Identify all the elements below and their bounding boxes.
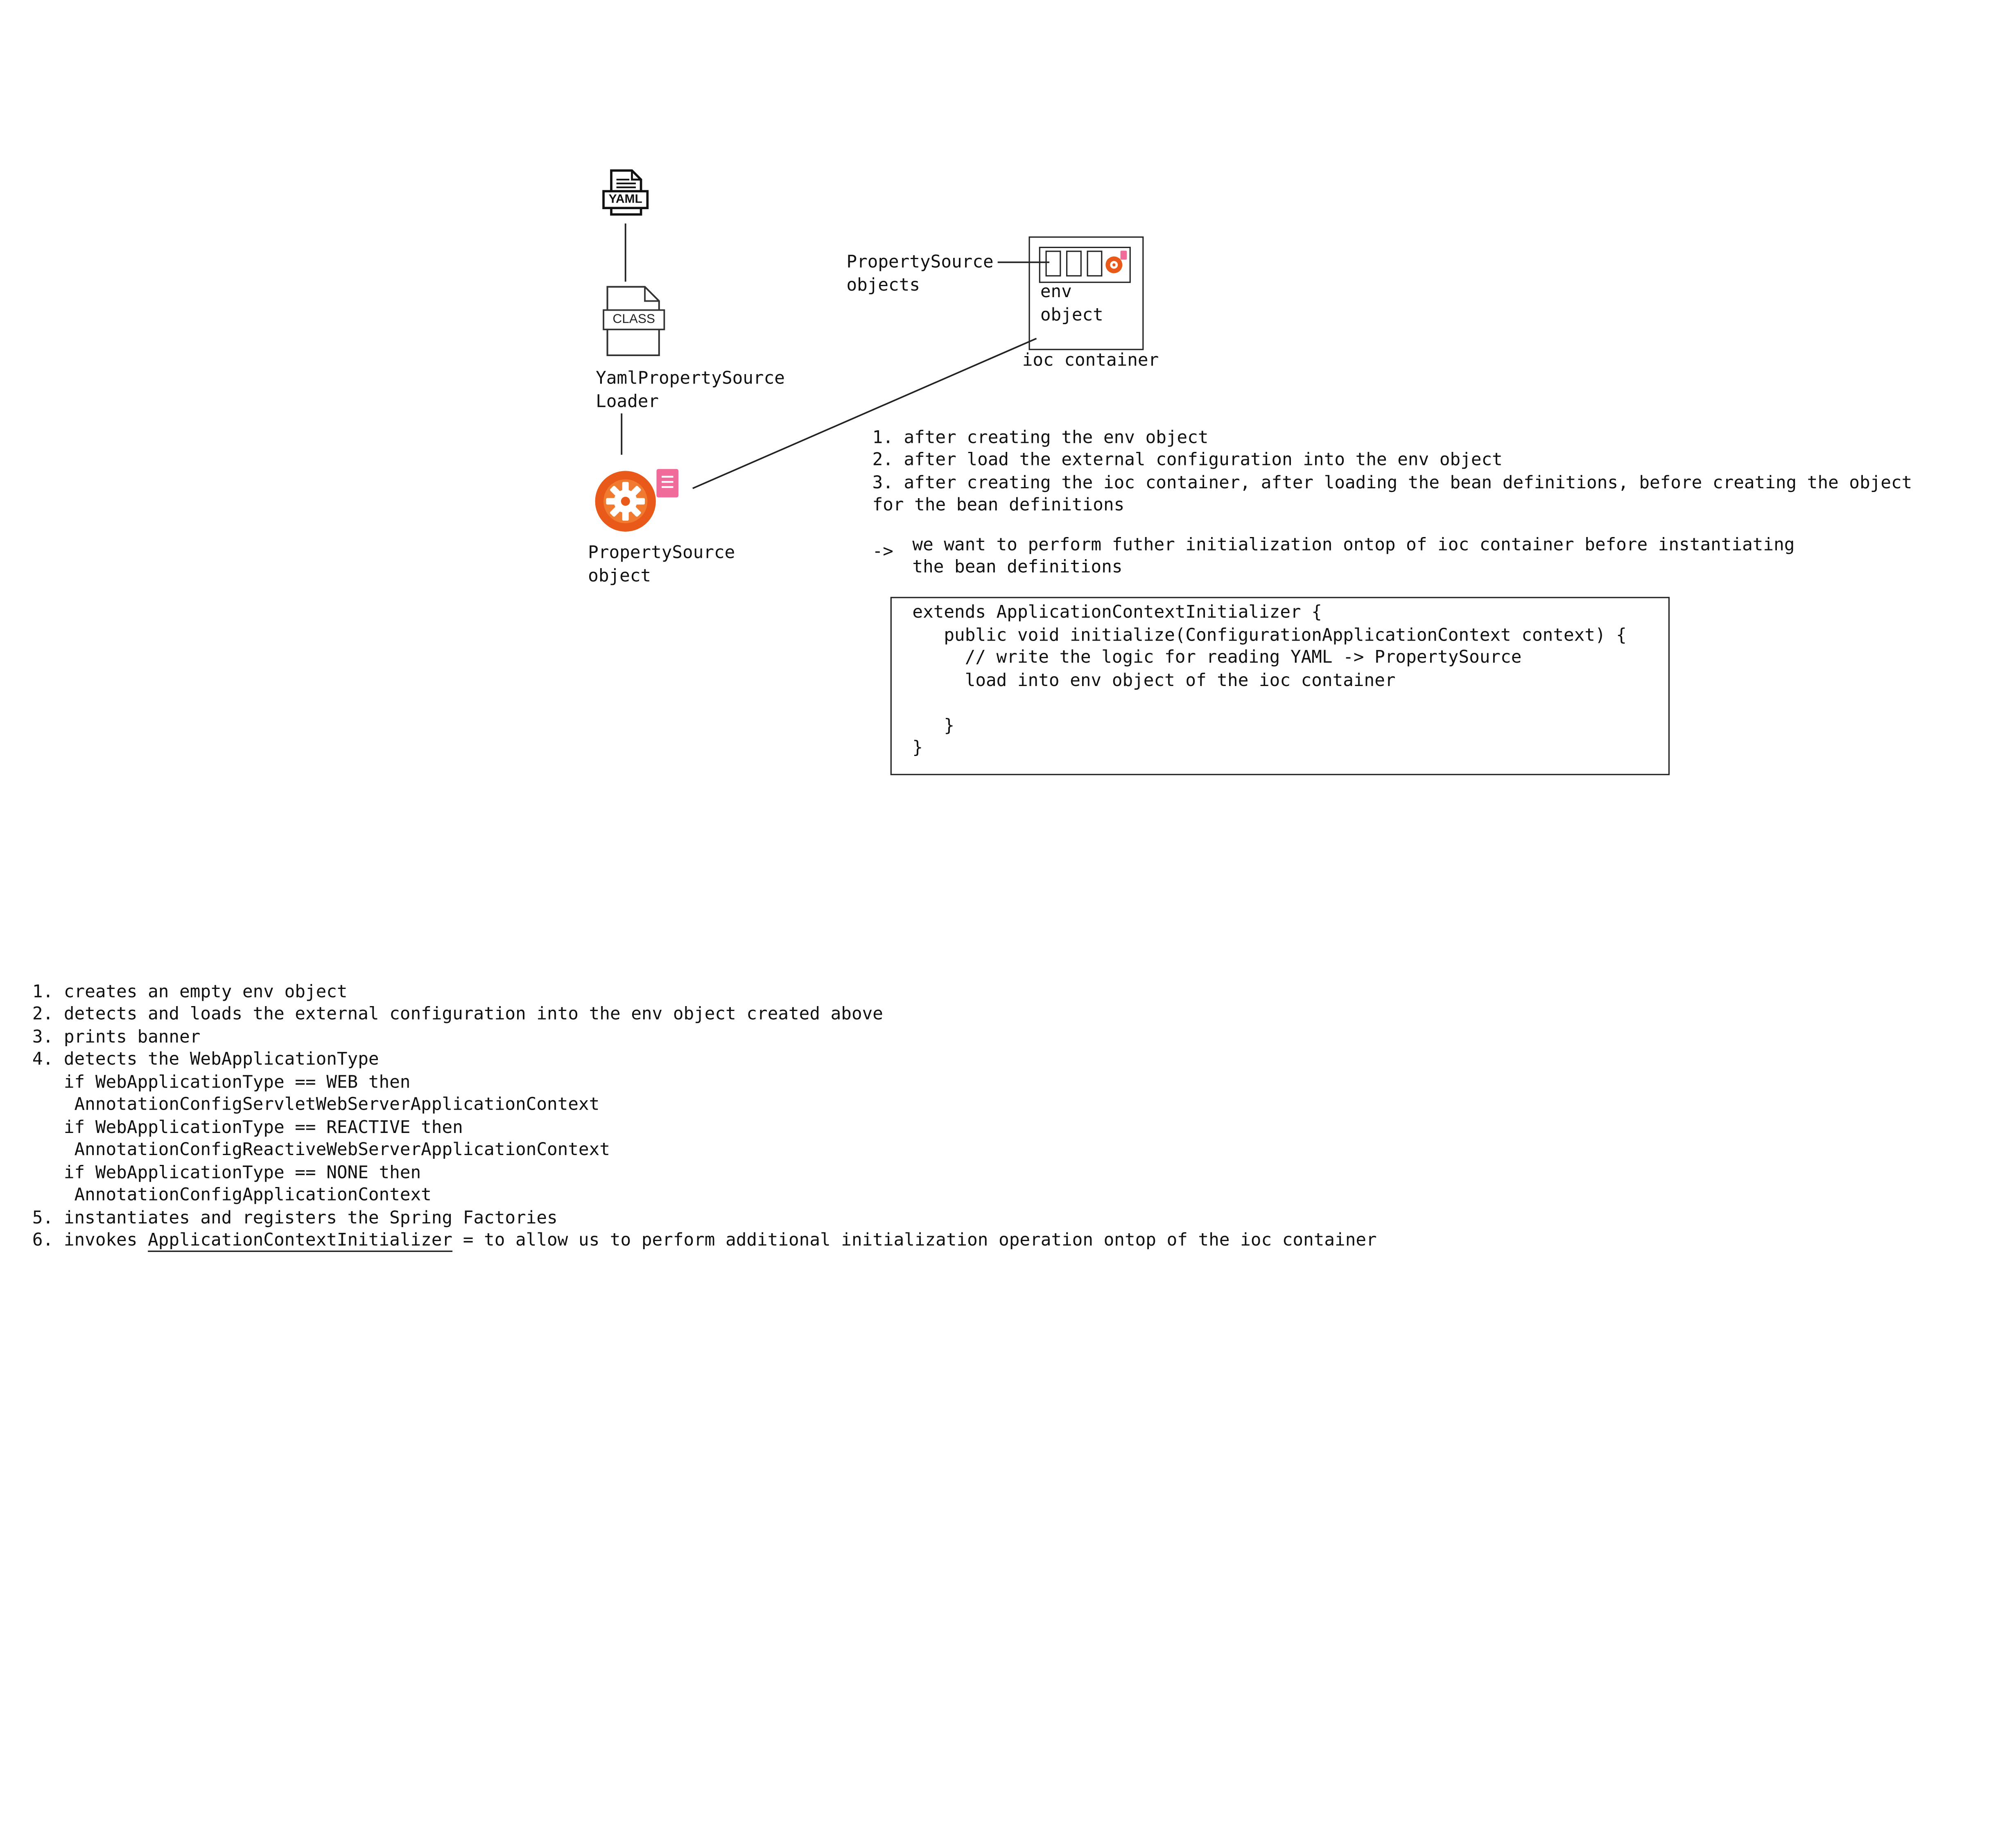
propertysource-objects-label-line1: PropertySource [846, 252, 994, 273]
code-line-7: } [912, 738, 923, 758]
step-line-3: 3. prints banner [32, 1027, 201, 1048]
intent-line-1: we want to perform futher initialization… [912, 535, 1795, 556]
yaml-file-icon: YAML [601, 168, 650, 219]
class-file-icon: CLASS [602, 284, 667, 359]
env-object-label-line1: env [1040, 282, 1072, 302]
loader-label-line1: YamlPropertySource [596, 368, 785, 389]
intent-line-2: the bean definitions [912, 557, 1123, 578]
diagram-canvas: YAML CLASS YamlPropertySource Loader Pro… [0, 0, 2016, 1837]
propertysource-object-label-line1: PropertySource [588, 542, 735, 564]
phase-note-3-cont: for the bean definitions [872, 494, 1125, 516]
step-line-8: AnnotationConfigReactiveWebServerApplica… [32, 1139, 610, 1160]
property-slot-2 [1066, 250, 1082, 277]
phase-note-3: 3. after creating the ioc container, aft… [872, 473, 1912, 494]
phase-note-2: 2. after load the external configuration… [872, 449, 1503, 470]
step-line-2: 2. detects and loads the external config… [32, 1004, 883, 1025]
step-line-10: AnnotationConfigApplicationContext [32, 1185, 432, 1205]
arrow-marker: -> [872, 541, 893, 562]
phase-note-1: 1. after creating the env object [872, 427, 1209, 449]
code-line-3: // write the logic for reading YAML -> P… [912, 647, 1522, 668]
code-line-6: } [912, 715, 955, 737]
connector-lines [621, 223, 1049, 489]
propertysource-objects-label-line2: objects [846, 275, 920, 296]
step-line-7: if WebApplicationType == REACTIVE then [32, 1117, 463, 1138]
env-object-label-line2: object [1040, 305, 1103, 326]
step-line-9: if WebApplicationType == NONE then [32, 1162, 421, 1184]
step-line-11: 5. instantiates and registers the Spring… [32, 1208, 558, 1229]
class-icon-label: CLASS [612, 312, 655, 327]
ioc-container-label: ioc container [1022, 350, 1159, 371]
propertysource-object-label-line2: object [588, 566, 651, 587]
step-line-1: 1. creates an empty env object [32, 982, 348, 1003]
step-line-5: if WebApplicationType == WEB then [32, 1072, 411, 1093]
mini-spring-icon [1105, 249, 1131, 278]
property-slot-1 [1045, 250, 1061, 277]
property-slot-3 [1087, 250, 1103, 277]
spring-propertysource-icon [592, 465, 685, 537]
step-line-6: AnnotationConfigServletWebServerApplicat… [32, 1094, 600, 1115]
loader-label-line2: Loader [596, 391, 659, 412]
step-6-initializer-underlined: ApplicationContextInitializer [148, 1230, 453, 1251]
step-line-12: 6. invokes ApplicationContextInitializer… [32, 1230, 1377, 1252]
step-line-4: 4. detects the WebApplicationType [32, 1049, 379, 1070]
code-line-4: load into env object of the ioc containe… [912, 670, 1396, 691]
code-line-1: extends ApplicationContextInitializer { [912, 602, 1322, 623]
code-line-2: public void initialize(ConfigurationAppl… [912, 625, 1627, 646]
yaml-icon-label: YAML [608, 192, 642, 207]
step-6-suffix: = to allow us to perform additional init… [452, 1230, 1377, 1251]
step-6-prefix: 6. invokes [32, 1230, 148, 1251]
